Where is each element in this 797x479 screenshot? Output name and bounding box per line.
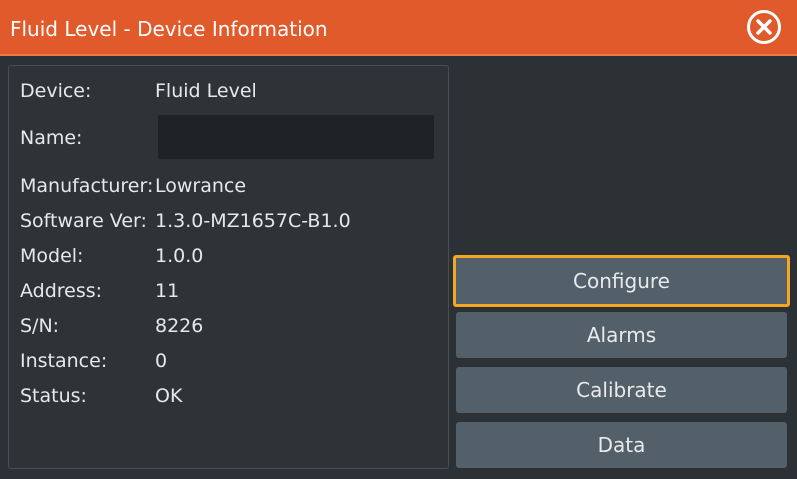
model-value: 1.0.0 xyxy=(155,245,204,267)
software-version-row: Software Ver: 1.3.0-MZ1657C-B1.0 xyxy=(20,206,440,236)
device-value: Fluid Level xyxy=(155,80,257,102)
close-circle-icon xyxy=(747,10,781,44)
instance-value: 0 xyxy=(155,350,168,372)
calibrate-button[interactable]: Calibrate xyxy=(456,367,787,413)
status-row: Status: OK xyxy=(20,381,440,411)
serial-number-label: S/N: xyxy=(20,315,60,337)
address-value: 11 xyxy=(155,280,180,302)
serial-number-value: 8226 xyxy=(155,315,204,337)
software-version-value: 1.3.0-MZ1657C-B1.0 xyxy=(155,210,351,232)
status-value: OK xyxy=(155,385,183,407)
instance-label: Instance: xyxy=(20,350,108,372)
title-bar: Fluid Level - Device Information xyxy=(0,0,797,56)
device-info-panel: Device: Fluid Level Name: Manufacturer: … xyxy=(8,65,449,469)
software-version-label: Software Ver: xyxy=(20,210,147,232)
model-row: Model: 1.0.0 xyxy=(20,241,440,271)
address-label: Address: xyxy=(20,280,103,302)
manufacturer-row: Manufacturer: Lowrance xyxy=(20,171,440,201)
close-button[interactable] xyxy=(746,9,782,45)
manufacturer-value: Lowrance xyxy=(155,175,247,197)
device-row: Device: Fluid Level xyxy=(20,76,440,106)
data-button[interactable]: Data xyxy=(456,422,787,468)
manufacturer-label: Manufacturer: xyxy=(20,175,154,197)
window-title: Fluid Level - Device Information xyxy=(10,17,328,41)
device-label: Device: xyxy=(20,80,92,102)
configure-button[interactable]: Configure xyxy=(453,255,790,307)
alarms-button[interactable]: Alarms xyxy=(456,312,787,358)
name-label: Name: xyxy=(20,127,83,149)
status-label: Status: xyxy=(20,385,87,407)
instance-row: Instance: 0 xyxy=(20,346,440,376)
model-label: Model: xyxy=(20,245,84,267)
name-input[interactable] xyxy=(158,115,434,159)
serial-number-row: S/N: 8226 xyxy=(20,311,440,341)
address-row: Address: 11 xyxy=(20,276,440,306)
